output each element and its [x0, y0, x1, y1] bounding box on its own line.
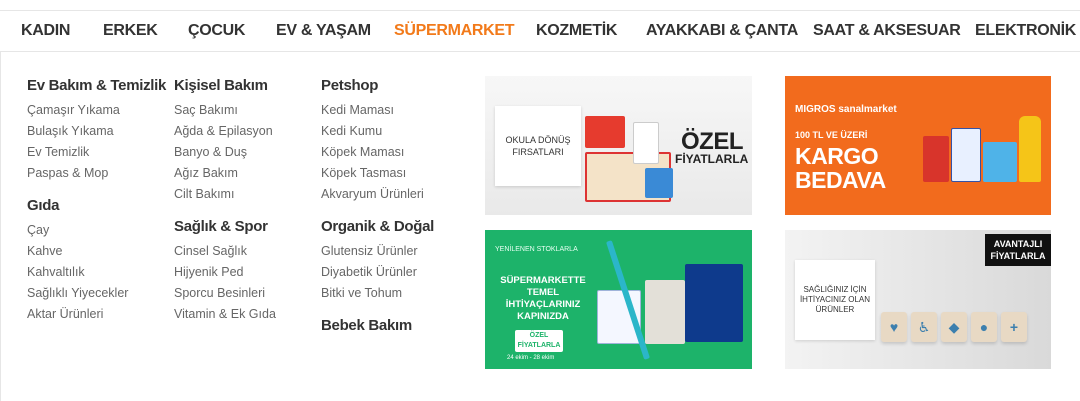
- banner-saglik[interactable]: SAĞLIĞINIZ İÇİN İHTİYACINIZ OLAN ÜRÜNLER…: [785, 230, 1051, 369]
- heart-icon: ♥: [881, 312, 907, 342]
- menu-group-kisisel-bakim: Kişisel Bakım Saç Bakımı Ağda & Epilasyo…: [174, 76, 314, 205]
- product-image: [1019, 116, 1041, 182]
- category-link[interactable]: Diyabetik Ürünler: [321, 262, 461, 283]
- banner-okula-donus[interactable]: OKULA DÖNÜŞ FIRSATLARI ÖZEL FİYATLARLA: [485, 76, 752, 215]
- product-image: [645, 280, 685, 344]
- banner-headline: SÜPERMARKETTE TEMEL İHTİYAÇLARINIZ KAPIN…: [500, 275, 586, 322]
- menu-group-petshop: Petshop Kedi Maması Kedi Kumu Köpek Mama…: [321, 76, 461, 205]
- nav-item-kozmetik[interactable]: KOZMETİK: [536, 11, 617, 52]
- plus-icon: +: [1001, 312, 1027, 342]
- pill-icon: ◆: [941, 312, 967, 342]
- nav-item-cocuk[interactable]: ÇOCUK: [188, 11, 245, 52]
- menu-group-ev-bakim: Ev Bakım & Temizlik Çamaşır Yıkama Bulaş…: [27, 76, 167, 184]
- nav-item-ev-yasam[interactable]: EV & YAŞAM: [276, 11, 371, 52]
- banner-price-tag: ÖZEL FİYATLARLA: [515, 330, 563, 352]
- nav-item-supermarket[interactable]: SÜPERMARKET: [373, 11, 535, 54]
- banner-subline: FİYATLARLA: [675, 152, 749, 166]
- category-link[interactable]: Kedi Kumu: [321, 121, 461, 142]
- product-image: [645, 168, 673, 198]
- drop-icon: ●: [971, 312, 997, 342]
- category-link[interactable]: Ev Temizlik: [27, 142, 167, 163]
- category-title-saglik-spor[interactable]: Sağlık & Spor: [174, 217, 314, 237]
- nav-item-erkek[interactable]: ERKEK: [103, 11, 158, 52]
- nav-item-ayakkabi-canta[interactable]: AYAKKABI & ÇANTA: [646, 11, 798, 52]
- category-title-bebek-bakim[interactable]: Bebek Bakım: [321, 316, 461, 336]
- category-link[interactable]: Çamaşır Yıkama: [27, 100, 167, 121]
- category-link[interactable]: Cilt Bakımı: [174, 184, 314, 205]
- category-link[interactable]: Aktar Ürünleri: [27, 304, 167, 325]
- category-link[interactable]: Kahve: [27, 241, 167, 262]
- menu-group-gida: Gıda Çay Kahve Kahvaltılık Sağlıklı Yiye…: [27, 196, 167, 325]
- menu-group-bebek: Bebek Bakım: [321, 316, 461, 336]
- menu-column-1: Ev Bakım & Temizlik Çamaşır Yıkama Bulaş…: [27, 76, 167, 337]
- category-link[interactable]: Paspas & Mop: [27, 163, 167, 184]
- product-image: [951, 128, 981, 182]
- nav-item-kadin[interactable]: KADIN: [21, 11, 70, 52]
- banner-dates: 24 ekim - 28 ekim: [507, 355, 555, 361]
- banner-headline: KARGO BEDAVA: [795, 143, 886, 193]
- category-link[interactable]: Çay: [27, 220, 167, 241]
- nav-item-elektronik[interactable]: ELEKTRONİK: [975, 11, 1076, 52]
- category-link[interactable]: Kedi Maması: [321, 100, 461, 121]
- banner-text-box: SAĞLIĞINIZ İÇİN İHTİYACINIZ OLAN ÜRÜNLER: [795, 260, 875, 340]
- category-link[interactable]: Sağlıklı Yiyecekler: [27, 283, 167, 304]
- banner-flag: AVANTAJLI FİYATLARLA: [985, 234, 1051, 266]
- nav-item-saat-aksesuar[interactable]: SAAT & AKSESUAR: [813, 11, 961, 52]
- category-title-petshop[interactable]: Petshop: [321, 76, 461, 96]
- accessibility-icon: ♿: [911, 312, 937, 342]
- category-link[interactable]: Akvaryum Ürünleri: [321, 184, 461, 205]
- product-image: [633, 122, 659, 164]
- category-link[interactable]: Vitamin & Ek Gıda: [174, 304, 314, 325]
- banner-migros-kargo[interactable]: MIGROS sanalmarket 100 TL VE ÜZERİ KARGO…: [785, 76, 1051, 215]
- category-link[interactable]: Ağız Bakım: [174, 163, 314, 184]
- mega-menu-panel: Ev Bakım & Temizlik Çamaşır Yıkama Bulaş…: [0, 52, 1080, 401]
- banner-small-text: YENİLENEN STOKLARLA: [495, 246, 578, 253]
- category-title-ev-bakim[interactable]: Ev Bakım & Temizlik: [27, 76, 167, 96]
- category-link[interactable]: Köpek Tasması: [321, 163, 461, 184]
- banner-supermarket-ihtiyaclar[interactable]: YENİLENEN STOKLARLA SÜPERMARKETTE TEMEL …: [485, 230, 752, 369]
- category-link[interactable]: Saç Bakımı: [174, 100, 314, 121]
- product-image: [585, 116, 625, 148]
- category-link[interactable]: Köpek Maması: [321, 142, 461, 163]
- category-link[interactable]: Sporcu Besinleri: [174, 283, 314, 304]
- category-link[interactable]: Bulaşık Yıkama: [27, 121, 167, 142]
- category-title-gida[interactable]: Gıda: [27, 196, 167, 216]
- product-image: [685, 264, 743, 342]
- banner-subline: 100 TL VE ÜZERİ: [795, 130, 868, 140]
- category-link[interactable]: Cinsel Sağlık: [174, 241, 314, 262]
- category-link[interactable]: Bitki ve Tohum: [321, 283, 461, 304]
- migros-logo: MIGROS sanalmarket: [795, 104, 897, 115]
- product-image: [923, 136, 949, 182]
- category-nav: KADIN ERKEK ÇOCUK EV & YAŞAM SÜPERMARKET…: [0, 10, 1080, 54]
- menu-column-2: Kişisel Bakım Saç Bakımı Ağda & Epilasyo…: [174, 76, 314, 337]
- menu-column-3: Petshop Kedi Maması Kedi Kumu Köpek Mama…: [321, 76, 461, 348]
- banner-text-box: OKULA DÖNÜŞ FIRSATLARI: [495, 106, 581, 186]
- category-link[interactable]: Ağda & Epilasyon: [174, 121, 314, 142]
- menu-group-organik: Organik & Doğal Glutensiz Ürünler Diyabe…: [321, 217, 461, 304]
- product-image: [983, 142, 1017, 182]
- category-title-kisisel-bakim[interactable]: Kişisel Bakım: [174, 76, 314, 96]
- category-link[interactable]: Kahvaltılık: [27, 262, 167, 283]
- category-link[interactable]: Banyo & Duş: [174, 142, 314, 163]
- category-link[interactable]: Glutensiz Ürünler: [321, 241, 461, 262]
- category-link[interactable]: Hijyenik Ped: [174, 262, 314, 283]
- menu-group-saglik-spor: Sağlık & Spor Cinsel Sağlık Hijyenik Ped…: [174, 217, 314, 325]
- category-title-organik[interactable]: Organik & Doğal: [321, 217, 461, 237]
